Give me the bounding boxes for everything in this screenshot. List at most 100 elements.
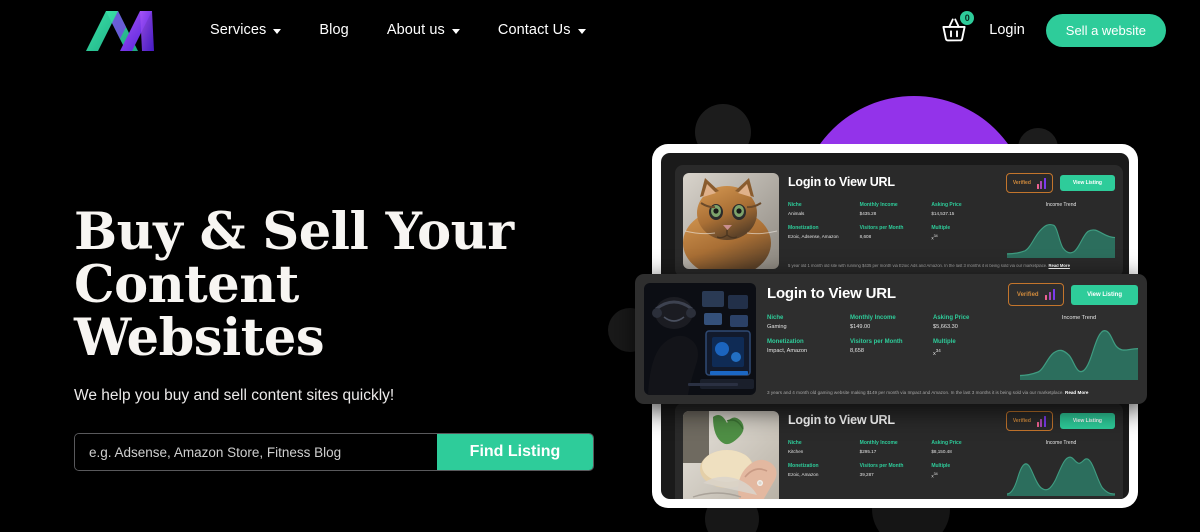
view-listing-button[interactable]: View Listing [1059, 175, 1115, 191]
listing-description-text: 5 year old 1 month old site with running… [788, 264, 1048, 269]
view-listing-button[interactable]: View Listing [1059, 413, 1115, 429]
listing-card-header: Login to View URL Verified View Listing [788, 411, 1115, 431]
stat-monetization: Monetization Impact, Amazon [767, 339, 850, 357]
gaming-pc-photo-icon [644, 283, 756, 395]
listing-stats: Niche Gaming Monthly Income $149.00 Aski… [767, 315, 1016, 380]
stat-value: $5,663.30 [933, 324, 958, 330]
stat-value: $435.28 [859, 211, 877, 216]
income-trend-chart [1007, 449, 1115, 496]
stat-multiple: Multiple x34 [931, 225, 1003, 241]
listing-card[interactable]: Login to View URL Verified View Listing [675, 165, 1123, 277]
listing-title[interactable]: Login to View URL [788, 413, 895, 427]
listing-card-actions: Verified View Listing [1007, 283, 1138, 306]
stat-value: $149.00 [850, 324, 871, 330]
stat-label: Monetization [788, 463, 819, 469]
listing-card-main: Niche Kitchen Monthly Income $295.17 Ask… [788, 440, 1115, 496]
read-more-link[interactable]: Read More [1065, 390, 1089, 395]
nav-item-contact-us[interactable]: Contact Us [498, 22, 586, 38]
nav-label: Services [210, 22, 267, 38]
read-more-link[interactable]: Read More [1048, 264, 1069, 268]
area-chart-icon [1020, 330, 1138, 380]
stat-value: $295.17 [859, 449, 877, 454]
stat-monetization: Monetization Ezoic, Adsense, Amazon [788, 225, 860, 241]
bar-chart-icon [1036, 415, 1046, 427]
stat-value: x34 [931, 234, 1003, 241]
stat-label: Asking Price [931, 202, 962, 208]
listing-stats: Niche Animals Monthly Income $435.28 Ask… [788, 202, 1003, 258]
hero-title: Buy & Sell Your Content Websites [74, 205, 614, 369]
listing-card-featured[interactable]: Login to View URL Verified View Listing [635, 274, 1147, 404]
listing-card-header: Login to View URL Verified View Listing [788, 173, 1115, 193]
stat-multiple: Multiple x34 [931, 463, 1003, 479]
stat-value: Animals [788, 211, 805, 216]
stat-label: Niche [788, 440, 802, 446]
nav-item-blog[interactable]: Blog [319, 22, 348, 38]
stat-value: Ezoic, Adsense, Amazon [788, 234, 839, 239]
listing-description-text: 3 years and 4 month old gaming website m… [767, 389, 1064, 395]
verified-label: Verified [1012, 180, 1031, 186]
find-listing-button[interactable]: Find Listing [437, 434, 593, 471]
stat-label: Niche [767, 315, 784, 321]
brand-logo[interactable] [84, 9, 156, 51]
stat-asking-price: Asking Price $8,150.48 [931, 440, 1003, 454]
hero-subtitle: We help you buy and sell content sites q… [74, 387, 395, 405]
sell-a-website-button[interactable]: Sell a website [1045, 13, 1166, 47]
top-navbar: Services Blog About us Contact Us 0 Logi… [0, 0, 1200, 60]
stat-value: Ezoic, Amazon [788, 472, 819, 477]
listing-description: 3 years and 4 month old gaming website m… [767, 390, 1138, 395]
listing-title[interactable]: Login to View URL [767, 285, 896, 302]
listing-card-body: Login to View URL Verified View Listing [788, 173, 1115, 269]
stat-monthly-income: Monthly Income $435.28 [860, 202, 932, 216]
income-trend: Income Trend [1007, 440, 1115, 496]
stat-value: $14,537.15 [931, 211, 955, 216]
stat-value: 8,658 [850, 348, 864, 354]
listing-title[interactable]: Login to View URL [788, 175, 895, 189]
income-trend-title: Income Trend [1045, 440, 1077, 446]
stat-monetization: Monetization Ezoic, Amazon [788, 463, 860, 479]
listing-card[interactable]: Login to View URL Verified View Listing [675, 403, 1123, 499]
verified-badge: Verified [1007, 283, 1065, 306]
listing-thumbnail [644, 283, 756, 395]
stat-label: Monthly Income [859, 202, 898, 208]
chevron-down-icon [273, 28, 282, 34]
stat-monthly-income: Monthly Income $149.00 [850, 315, 933, 330]
stat-value: Kitchen [788, 449, 804, 454]
stat-value: 39,287 [859, 472, 874, 477]
bar-chart-icon [1044, 289, 1056, 300]
view-listing-button[interactable]: View Listing [1071, 284, 1138, 305]
nav-item-about-us[interactable]: About us [387, 22, 460, 38]
nav-item-services[interactable]: Services [210, 22, 282, 38]
stat-asking-price: Asking Price $14,537.15 [931, 202, 1003, 216]
stat-niche: Niche Kitchen [788, 440, 860, 454]
stat-value: $8,150.48 [931, 449, 952, 454]
listing-stats-grid: Niche Kitchen Monthly Income $295.17 Ask… [788, 440, 1003, 479]
primary-nav: Services Blog About us Contact Us [210, 0, 586, 60]
listing-card-main: Niche Gaming Monthly Income $149.00 Aski… [767, 315, 1138, 380]
bar-chart-icon [1036, 177, 1046, 189]
listing-card-actions: Verified View Listing [1005, 173, 1115, 193]
stat-visitors: Visitors per Month 8,658 [850, 339, 933, 357]
verified-label: Verified [1016, 291, 1039, 298]
hero-title-line-2: Websites [74, 308, 325, 369]
listing-card-header: Login to View URL Verified View Listing [767, 283, 1138, 306]
search-input[interactable] [75, 434, 437, 471]
stat-label: Monthly Income [859, 440, 898, 446]
stat-label: Visitors per Month [859, 225, 904, 231]
income-trend: Income Trend [1020, 315, 1138, 380]
verified-badge: Verified [1005, 411, 1053, 431]
stat-label: Monthly Income [850, 315, 896, 321]
listing-stats-grid: Niche Animals Monthly Income $435.28 Ask… [788, 202, 1003, 241]
nav-label: Blog [319, 22, 349, 38]
stat-visitors: Visitors per Month 8,608 [860, 225, 932, 241]
stat-value: x34 [933, 348, 1016, 357]
stat-value: x34 [931, 472, 1003, 479]
income-trend-chart [1020, 324, 1138, 380]
login-link[interactable]: Login [989, 22, 1024, 38]
nav-label: Contact Us [497, 22, 571, 38]
landing-page: Services Blog About us Contact Us 0 Logi… [0, 0, 1200, 532]
listing-card-body: Login to View URL Verified View Listing [788, 411, 1115, 499]
stat-value: Impact, Amazon [767, 348, 808, 354]
stat-label: Visitors per Month [850, 339, 903, 345]
cart-button[interactable]: 0 [939, 11, 975, 45]
stat-label: Asking Price [933, 315, 970, 321]
